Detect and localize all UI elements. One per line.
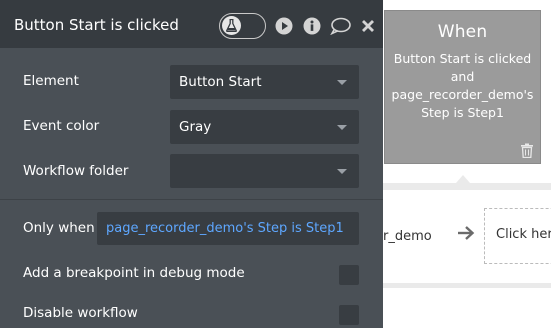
element-dropdown[interactable]: Button Start [170,65,359,99]
only-when-expression-field[interactable]: page_recorder_demo's Step is Step1 [97,212,359,245]
event-card-heading: When [437,22,488,42]
event-color-dropdown[interactable]: Gray [170,110,359,144]
chevron-down-icon [337,80,347,85]
comment-icon[interactable] [330,17,351,35]
add-action-box[interactable]: Click her [484,208,551,264]
only-when-expression: page_recorder_demo's Step is Step1 [106,221,344,236]
disable-workflow-label: Disable workflow [23,305,138,321]
event-card-line: and [450,69,475,84]
only-when-label: Only when [23,220,95,236]
event-card[interactable]: When Button Start is clicked and page_re… [384,10,541,164]
panel-header: Button Start is clicked [0,0,383,48]
chevron-down-icon [337,169,347,174]
arrow-right-icon [458,226,475,240]
flask-icon [226,19,237,32]
breakpoint-checkbox[interactable] [339,265,359,285]
pointer-arrow [456,175,470,183]
event-card-description: Button Start is clicked and page_recorde… [385,50,540,122]
element-label: Element [23,73,79,89]
event-card-line: Button Start is clicked [393,51,532,66]
toggle-knob [222,16,241,35]
event-color-label: Event color [23,118,100,134]
action-label: r_demo [383,229,432,244]
breakpoint-label: Add a breakpoint in debug mode [23,265,245,281]
chevron-down-icon [337,125,347,130]
info-icon[interactable] [303,17,321,35]
play-icon[interactable] [275,17,293,35]
element-dropdown-value: Button Start [179,74,262,90]
event-card-line: page_recorder_demo's [391,87,534,102]
workflow-folder-dropdown[interactable] [170,154,359,188]
divider [0,199,383,200]
workflow-folder-label: Workflow folder [23,163,129,179]
event-property-editor: Button Start is clicked Element Button S… [0,0,383,328]
close-icon[interactable] [361,17,375,35]
event-color-dropdown-value: Gray [179,119,212,135]
add-action-label: Click her [496,227,551,242]
trash-icon[interactable] [520,143,534,158]
debug-toggle[interactable] [219,13,266,39]
panel-title: Button Start is clicked [14,16,179,34]
disable-workflow-checkbox[interactable] [339,305,359,325]
event-card-line: Step is Step1 [421,105,504,120]
